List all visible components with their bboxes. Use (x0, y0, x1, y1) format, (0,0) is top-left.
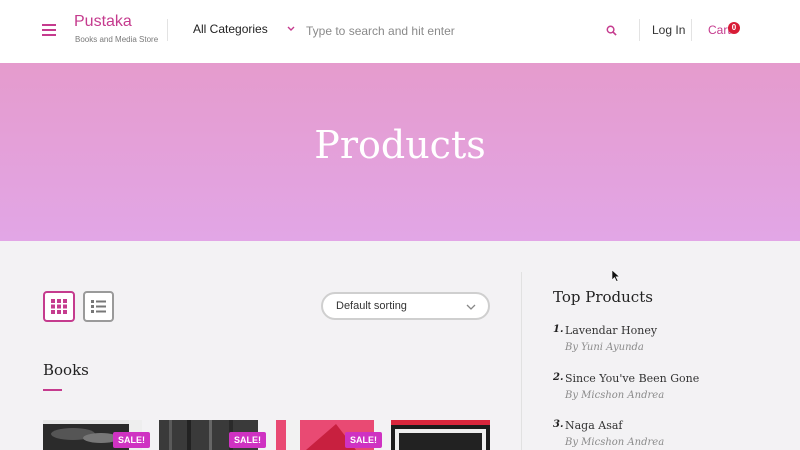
search-input[interactable] (306, 22, 586, 40)
sidebar-title: Top Products (553, 288, 653, 306)
book-cover-image (391, 420, 490, 450)
list-icon (91, 300, 106, 313)
list-view-button[interactable] (83, 291, 114, 322)
page-title: Products (314, 123, 486, 167)
chevron-down-icon[interactable] (286, 24, 296, 34)
cart-count-badge: 0 (728, 22, 740, 34)
chevron-down-icon (466, 304, 476, 310)
grid-icon (51, 299, 67, 314)
sale-badge: SALE! (113, 432, 150, 448)
divider (639, 19, 640, 41)
search-icon[interactable] (606, 25, 617, 36)
divider (691, 19, 692, 41)
sidebar-divider (521, 272, 522, 450)
page-hero: Products (0, 63, 800, 241)
sale-badge: SALE! (345, 432, 382, 448)
section-underline (43, 389, 62, 391)
product-link[interactable]: Naga Asaf (565, 419, 623, 432)
grid-view-button[interactable] (43, 291, 75, 322)
product-link[interactable]: Since You've Been Gone (565, 372, 699, 385)
product-link[interactable]: Lavendar Honey (565, 324, 657, 337)
product-author: By Micshon Andrea (565, 437, 665, 448)
mouse-cursor-icon (612, 270, 620, 282)
site-tagline: Books and Media Store (75, 35, 159, 44)
product-card[interactable] (391, 420, 490, 450)
divider (167, 19, 168, 41)
item-number: 1. (553, 324, 564, 335)
sale-badge: SALE! (229, 432, 266, 448)
menu-icon[interactable] (42, 24, 56, 36)
sort-selected-value: Default sorting (336, 300, 407, 312)
section-title: Books (43, 361, 89, 379)
product-author: By Micshon Andrea (565, 390, 665, 401)
site-title[interactable]: Pustaka (74, 13, 132, 31)
site-header: Pustaka Books and Media Store All Catego… (0, 0, 800, 63)
item-number: 2. (553, 372, 564, 383)
cart-link[interactable]: Cart (708, 23, 731, 37)
category-select[interactable]: All Categories (193, 22, 268, 36)
login-link[interactable]: Log In (652, 23, 685, 37)
product-author: By Yuni Ayunda (565, 342, 644, 353)
sort-select[interactable]: Default sorting (321, 292, 490, 320)
item-number: 3. (553, 419, 564, 430)
